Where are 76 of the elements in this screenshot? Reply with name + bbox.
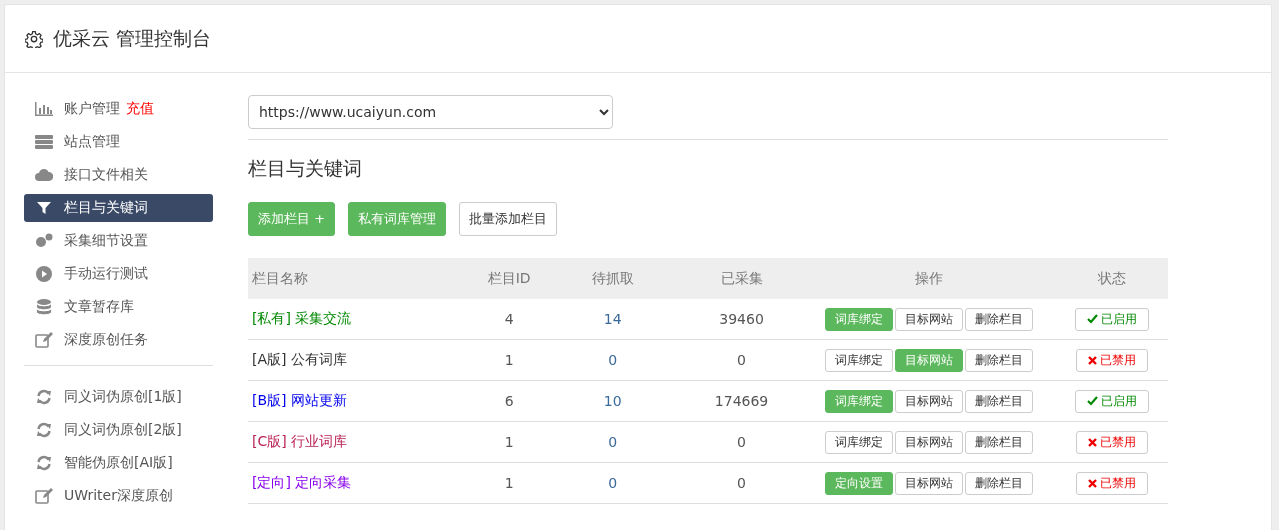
settings-icon <box>25 29 43 48</box>
action-button[interactable]: 目标网站 <box>894 430 963 454</box>
column-header: 栏目ID <box>473 258 545 299</box>
table-cell: 39460 <box>680 299 803 340</box>
table-cell: 6 <box>473 380 545 422</box>
toolbar-button[interactable]: 批量添加栏目 <box>459 202 558 236</box>
status-button[interactable]: 已禁用 <box>1075 348 1148 372</box>
sidebar-item[interactable]: 文章暂存库 <box>24 293 213 321</box>
cross-icon <box>1087 355 1097 365</box>
edit-icon <box>35 332 53 348</box>
edit-icon <box>35 488 53 504</box>
cross-icon <box>1087 437 1097 447</box>
sidebar-item[interactable]: 接口文件相关 <box>24 161 213 189</box>
action-button[interactable]: 词库绑定 <box>824 430 893 454</box>
table-cell: [C版] 行业词库 <box>248 421 474 463</box>
cross-icon <box>1087 478 1097 488</box>
app-title: 优采云 管理控制台 <box>53 25 212 51</box>
filter-icon <box>36 200 52 216</box>
status-button[interactable]: 已启用 <box>1074 389 1149 413</box>
site-select[interactable]: https://www.ucaiyun.com <box>248 95 613 129</box>
table-cell: [私有] 采集交流 <box>248 299 474 340</box>
table-cell: 10 <box>544 380 681 422</box>
table-cell: 0 <box>544 339 681 381</box>
action-button[interactable]: 删除栏目 <box>964 389 1033 413</box>
recharge-link[interactable]: 充值 <box>126 100 154 118</box>
sidebar-item[interactable]: UWriter深度原创 <box>24 482 213 510</box>
refresh-icon <box>36 455 52 471</box>
sidebar-item[interactable]: 深度原创任务 <box>24 326 213 354</box>
action-button[interactable]: 删除栏目 <box>964 307 1033 331</box>
table-cell: 1 <box>473 421 545 463</box>
sidebar-item[interactable]: 同义词伪原创[1版] <box>24 383 213 411</box>
bar-chart-icon <box>35 102 53 116</box>
action-button[interactable]: 删除栏目 <box>964 471 1033 495</box>
table-cell: 4 <box>473 299 545 340</box>
status-button[interactable]: 已禁用 <box>1075 430 1148 454</box>
sidebar-item[interactable]: 账户管理 充值 <box>24 95 213 123</box>
table-cell: 0 <box>680 339 803 381</box>
table-cell: 0 <box>544 462 681 504</box>
table-cell: 1 <box>473 462 545 504</box>
status-button[interactable]: 已启用 <box>1074 307 1149 331</box>
section-title: 栏目与关键词 <box>248 156 363 181</box>
database-icon <box>37 299 51 315</box>
table-cell: 1 <box>473 339 545 381</box>
sidebar-item[interactable]: 栏目与关键词 <box>24 194 213 222</box>
play-icon <box>36 266 52 282</box>
check-icon <box>1086 396 1098 406</box>
check-icon <box>1086 314 1098 324</box>
cloud-upload-icon <box>35 168 53 182</box>
action-button[interactable]: 目标网站 <box>894 389 963 413</box>
server-icon <box>35 135 53 149</box>
sidebar-item[interactable]: 智能伪原创[AI版] <box>24 449 213 477</box>
table-cell: [B版] 网站更新 <box>248 380 474 422</box>
column-header: 状态 <box>1055 258 1168 299</box>
action-button[interactable]: 目标网站 <box>894 307 963 331</box>
refresh-icon <box>36 389 52 405</box>
action-button[interactable]: 删除栏目 <box>964 348 1033 372</box>
action-button[interactable]: 删除栏目 <box>964 430 1033 454</box>
column-header: 已采集 <box>680 258 803 299</box>
status-button[interactable]: 已禁用 <box>1075 471 1148 495</box>
column-header: 待抓取 <box>544 258 681 299</box>
table-cell: [A版] 公有词库 <box>248 339 474 381</box>
sidebar-item[interactable]: 站点管理 <box>24 128 213 156</box>
table-cell: [定向] 定向采集 <box>248 462 474 504</box>
column-header: 栏目名称 <box>248 258 474 299</box>
sidebar-item[interactable]: 手动运行测试 <box>24 260 213 288</box>
table-cell: 0 <box>544 421 681 463</box>
table-cell: 14 <box>544 299 681 340</box>
action-button[interactable]: 目标网站 <box>894 471 963 495</box>
sidebar-item[interactable]: 采集细节设置 <box>24 227 213 255</box>
refresh-icon <box>36 422 52 438</box>
action-button[interactable]: 词库绑定 <box>824 348 893 372</box>
table-cell: 0 <box>680 462 803 504</box>
table-cell: 174669 <box>680 380 803 422</box>
column-header: 操作 <box>802 258 1056 299</box>
sidebar-item[interactable]: 同义词伪原创[2版] <box>24 416 213 444</box>
table-cell: 0 <box>680 421 803 463</box>
